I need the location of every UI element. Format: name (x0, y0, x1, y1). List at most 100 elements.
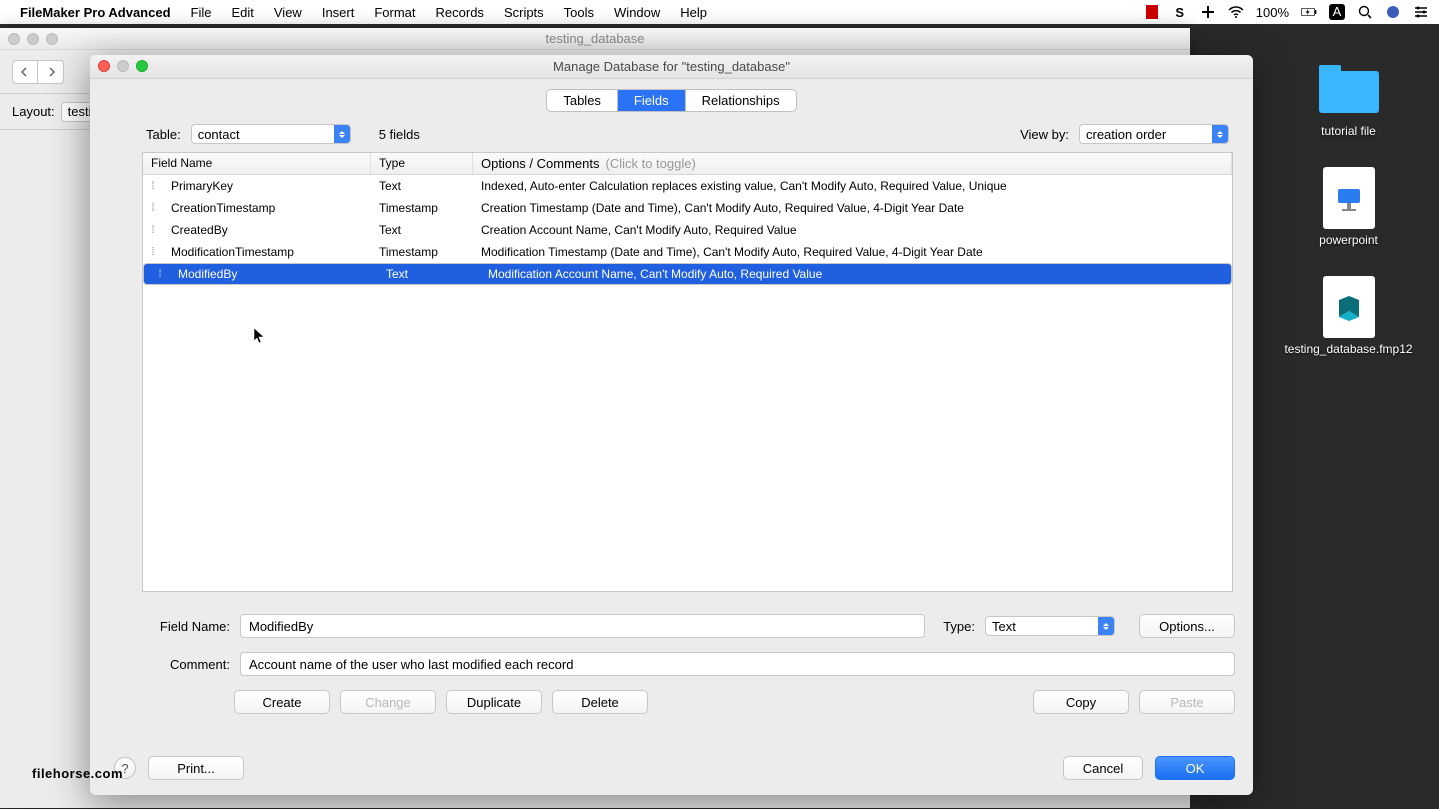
nav-forward-button[interactable] (38, 60, 64, 84)
mouse-cursor-icon (254, 328, 266, 346)
table-select[interactable]: contact (191, 124, 351, 144)
desktop-item-tutorial[interactable]: tutorial file (1286, 60, 1411, 139)
tab-fields[interactable]: Fields (618, 90, 686, 111)
table-row[interactable]: ⁞PrimaryKeyTextIndexed, Auto-enter Calcu… (143, 175, 1232, 197)
drag-handle-icon[interactable]: ⁞ (143, 224, 163, 236)
wifi-icon[interactable] (1228, 4, 1244, 20)
desktop-icons: tutorial file powerpoint testing_databas… (1286, 60, 1411, 357)
fields-table: Field Name Type Options / Comments(Click… (142, 152, 1233, 592)
folder-icon (1319, 71, 1379, 113)
cell-options: Indexed, Auto-enter Calculation replaces… (473, 179, 1232, 193)
cell-options: Creation Account Name, Can't Modify Auto… (473, 223, 1232, 237)
bg-close-button[interactable] (8, 33, 20, 45)
delete-button[interactable]: Delete (552, 690, 648, 714)
col-options[interactable]: Options / Comments(Click to toggle) (473, 153, 1232, 174)
type-label: Type: (943, 619, 975, 634)
view-by-label: View by: (1020, 127, 1069, 142)
view-by-select[interactable]: creation order (1079, 124, 1229, 144)
dialog-close-button[interactable] (98, 60, 110, 72)
menu-view[interactable]: View (264, 5, 312, 20)
cell-type: Text (371, 223, 473, 237)
desktop-item-label: powerpoint (1319, 233, 1378, 248)
app-name[interactable]: FileMaker Pro Advanced (20, 5, 171, 20)
desktop-item-label: testing_database.fmp12 (1284, 342, 1412, 357)
cell-type: Text (378, 267, 480, 281)
table-label: Table: (146, 127, 181, 142)
cell-field-name: CreationTimestamp (163, 201, 371, 215)
menubar-extra-icon[interactable] (1144, 4, 1160, 20)
battery-percentage: 100% (1256, 5, 1289, 20)
change-button[interactable]: Change (340, 690, 436, 714)
options-button[interactable]: Options... (1139, 614, 1235, 638)
bg-minimize-button[interactable] (27, 33, 39, 45)
menubar-plus-icon[interactable] (1200, 4, 1216, 20)
cell-type: Text (371, 179, 473, 193)
desktop-item-label: tutorial file (1321, 124, 1376, 139)
layout-label: Layout: (12, 104, 55, 119)
cell-type: Timestamp (371, 201, 473, 215)
dialog-zoom-button[interactable] (136, 60, 148, 72)
copy-button[interactable]: Copy (1033, 690, 1129, 714)
col-type[interactable]: Type (371, 153, 473, 174)
menu-format[interactable]: Format (364, 5, 425, 20)
cancel-button[interactable]: Cancel (1063, 756, 1143, 780)
create-button[interactable]: Create (234, 690, 330, 714)
table-row[interactable]: ⁞ModifiedByTextModification Account Name… (143, 263, 1232, 285)
type-select[interactable]: Text (985, 616, 1115, 636)
filemaker-file-icon (1323, 276, 1375, 338)
tab-tables[interactable]: Tables (547, 90, 618, 111)
tab-segment: Tables Fields Relationships (546, 89, 796, 112)
cell-options: Modification Timestamp (Date and Time), … (473, 245, 1232, 259)
watermark: filehorse.com (32, 748, 123, 787)
bg-window-title: testing_database (545, 31, 644, 46)
drag-handle-icon[interactable]: ⁞ (143, 180, 163, 192)
comment-input[interactable] (240, 652, 1235, 676)
paste-button[interactable]: Paste (1139, 690, 1235, 714)
comment-label: Comment: (130, 657, 230, 672)
battery-icon[interactable] (1301, 4, 1317, 20)
menu-help[interactable]: Help (670, 5, 717, 20)
dialog-minimize-button[interactable] (117, 60, 129, 72)
menubar-s-icon[interactable]: S (1172, 4, 1188, 20)
drag-handle-icon[interactable]: ⁞ (143, 246, 163, 258)
manage-database-dialog: Manage Database for "testing_database" T… (90, 55, 1253, 795)
cell-field-name: ModifiedBy (170, 267, 378, 281)
control-center-icon[interactable] (1413, 4, 1429, 20)
dialog-title: Manage Database for "testing_database" (553, 59, 790, 74)
spotlight-icon[interactable] (1357, 4, 1373, 20)
print-button[interactable]: Print... (148, 756, 244, 780)
cell-field-name: PrimaryKey (163, 179, 371, 193)
siri-icon[interactable] (1385, 4, 1401, 20)
menu-records[interactable]: Records (426, 5, 494, 20)
ok-button[interactable]: OK (1155, 756, 1235, 780)
field-name-label: Field Name: (130, 619, 230, 634)
macos-menubar: FileMaker Pro Advanced File Edit View In… (0, 0, 1439, 24)
cell-field-name: CreatedBy (163, 223, 371, 237)
desktop-item-powerpoint[interactable]: powerpoint (1286, 169, 1411, 248)
menu-insert[interactable]: Insert (312, 5, 365, 20)
cell-options: Creation Timestamp (Date and Time), Can'… (473, 201, 1232, 215)
drag-handle-icon[interactable]: ⁞ (150, 268, 170, 280)
tab-relationships[interactable]: Relationships (686, 90, 796, 111)
col-field-name[interactable]: Field Name (143, 153, 371, 174)
nav-back-button[interactable] (12, 60, 38, 84)
menu-tools[interactable]: Tools (554, 5, 604, 20)
cell-field-name: ModificationTimestamp (163, 245, 371, 259)
menu-edit[interactable]: Edit (221, 5, 263, 20)
keynote-file-icon (1323, 167, 1375, 229)
table-row[interactable]: ⁞CreatedByTextCreation Account Name, Can… (143, 219, 1232, 241)
table-row[interactable]: ⁞ModificationTimestampTimestampModificat… (143, 241, 1232, 263)
cell-type: Timestamp (371, 245, 473, 259)
bg-zoom-button[interactable] (46, 33, 58, 45)
menu-scripts[interactable]: Scripts (494, 5, 554, 20)
duplicate-button[interactable]: Duplicate (446, 690, 542, 714)
table-row[interactable]: ⁞CreationTimestampTimestampCreation Time… (143, 197, 1232, 219)
menu-window[interactable]: Window (604, 5, 670, 20)
menu-file[interactable]: File (181, 5, 222, 20)
field-name-input[interactable] (240, 614, 925, 638)
svg-text:A: A (1333, 4, 1342, 19)
drag-handle-icon[interactable]: ⁞ (143, 202, 163, 214)
cell-options: Modification Account Name, Can't Modify … (480, 267, 1213, 281)
desktop-item-testing-database[interactable]: testing_database.fmp12 (1286, 278, 1411, 357)
input-a-icon[interactable]: A (1329, 4, 1345, 20)
